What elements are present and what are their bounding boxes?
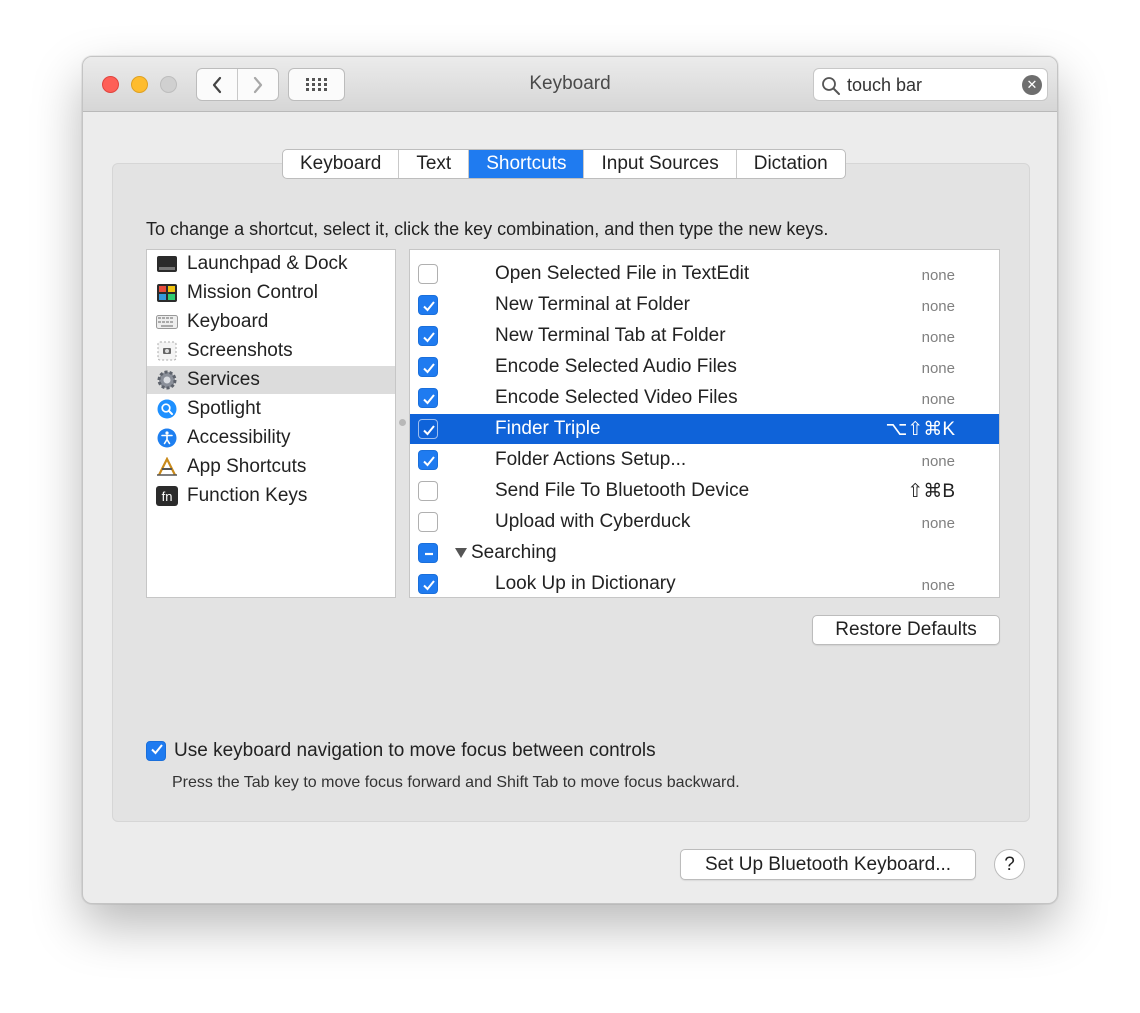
checkbox[interactable] bbox=[418, 512, 438, 532]
launchpad-dock-icon bbox=[156, 253, 178, 275]
checkbox[interactable] bbox=[418, 481, 438, 501]
checkmark-icon bbox=[423, 425, 435, 436]
category-function-keys[interactable]: fn Function Keys bbox=[147, 482, 395, 510]
search-icon bbox=[822, 77, 840, 95]
table-row-selected[interactable]: Finder Triple ⌥⇧⌘K bbox=[410, 414, 999, 444]
table-row[interactable]: Send File To Bluetooth Device ⇧⌘B bbox=[410, 476, 999, 506]
table-row[interactable]: Open Selected File in TextEdit none bbox=[410, 259, 999, 289]
category-services[interactable]: Services bbox=[147, 366, 395, 394]
preferences-window: Keyboard ✕ Keyboard Text Shortcuts Input… bbox=[82, 56, 1058, 904]
shortcut-value[interactable]: none bbox=[922, 391, 955, 408]
table-row[interactable]: Look Up in Dictionary none bbox=[410, 569, 999, 597]
category-list: Launchpad & Dock Mission Control Keyboar… bbox=[146, 249, 396, 598]
tab-keyboard[interactable]: Keyboard bbox=[283, 150, 398, 178]
tab-input-sources[interactable]: Input Sources bbox=[583, 150, 735, 178]
table-row[interactable]: New Terminal Tab at Folder none bbox=[410, 321, 999, 351]
checkmark-icon bbox=[423, 332, 435, 343]
shortcut-value[interactable]: none bbox=[922, 360, 955, 377]
checkmark-icon bbox=[423, 394, 435, 405]
checkbox-mixed[interactable] bbox=[418, 543, 438, 563]
help-button[interactable]: ? bbox=[994, 849, 1025, 880]
dash-icon bbox=[425, 552, 433, 556]
checkmark-icon bbox=[423, 456, 435, 467]
screenshots-icon bbox=[156, 340, 178, 362]
shortcut-value[interactable]: ⌥⇧⌘K bbox=[886, 418, 956, 441]
svg-text:fn: fn bbox=[162, 489, 173, 504]
keyboard-navigation-hint: Press the Tab key to move focus forward … bbox=[172, 774, 740, 791]
shortcut-value[interactable]: none bbox=[922, 515, 955, 532]
table-row[interactable]: Encode Selected Audio Files none bbox=[410, 352, 999, 382]
checkmark-icon bbox=[423, 363, 435, 374]
checkbox[interactable] bbox=[418, 326, 438, 346]
accessibility-icon bbox=[156, 427, 178, 449]
checkbox[interactable] bbox=[418, 388, 438, 408]
shortcut-value[interactable]: none bbox=[922, 329, 955, 346]
category-screenshots[interactable]: Screenshots bbox=[147, 337, 395, 365]
restore-defaults-button[interactable]: Restore Defaults bbox=[812, 615, 1000, 645]
keyboard-navigation-checkbox[interactable] bbox=[146, 741, 166, 761]
category-spotlight[interactable]: Spotlight bbox=[147, 395, 395, 423]
group-row-searching[interactable]: Searching bbox=[410, 538, 999, 568]
checkmark-icon bbox=[423, 580, 435, 591]
category-app-shortcuts[interactable]: App Shortcuts bbox=[147, 453, 395, 481]
instructions-text: To change a shortcut, select it, click t… bbox=[146, 219, 829, 239]
checkbox[interactable] bbox=[418, 419, 438, 439]
shortcut-value[interactable]: none bbox=[922, 267, 955, 284]
checkmark-icon bbox=[151, 744, 163, 755]
keyboard-navigation-label: Use keyboard navigation to move focus be… bbox=[174, 740, 656, 761]
clear-search-icon[interactable]: ✕ bbox=[1022, 75, 1042, 95]
tab-dictation[interactable]: Dictation bbox=[735, 150, 845, 178]
search-input[interactable] bbox=[847, 74, 1007, 96]
checkbox[interactable] bbox=[418, 295, 438, 315]
keyboard-navigation-option[interactable]: Use keyboard navigation to move focus be… bbox=[146, 740, 656, 762]
shortcut-list: Open Selected File in TextEdit none New … bbox=[409, 249, 1000, 598]
tab-bar: Keyboard Text Shortcuts Input Sources Di… bbox=[282, 149, 846, 179]
split-view-divider[interactable] bbox=[399, 419, 406, 426]
tab-text[interactable]: Text bbox=[398, 150, 468, 178]
table-row[interactable]: Encode Selected Video Files none bbox=[410, 383, 999, 413]
checkbox[interactable] bbox=[418, 357, 438, 377]
search-field[interactable]: ✕ bbox=[813, 68, 1048, 101]
table-row[interactable]: Upload with Cyberduck none bbox=[410, 507, 999, 537]
table-row bbox=[410, 249, 999, 250]
checkbox[interactable] bbox=[418, 574, 438, 594]
shortcut-value[interactable]: ⇧⌘B bbox=[907, 480, 955, 503]
table-row[interactable]: Folder Actions Setup... none bbox=[410, 445, 999, 475]
checkbox[interactable] bbox=[418, 264, 438, 284]
shortcut-value[interactable]: none bbox=[922, 298, 955, 315]
category-launchpad-dock[interactable]: Launchpad & Dock bbox=[147, 250, 395, 278]
category-accessibility[interactable]: Accessibility bbox=[147, 424, 395, 452]
shortcut-value[interactable]: none bbox=[922, 453, 955, 470]
tab-shortcuts[interactable]: Shortcuts bbox=[468, 150, 584, 178]
category-keyboard[interactable]: Keyboard bbox=[147, 308, 395, 336]
fn-key-icon: fn bbox=[156, 485, 178, 507]
mission-control-icon bbox=[156, 282, 178, 304]
category-mission-control[interactable]: Mission Control bbox=[147, 279, 395, 307]
checkmark-icon bbox=[423, 301, 435, 312]
checkbox[interactable] bbox=[418, 450, 438, 470]
bluetooth-keyboard-setup-button[interactable]: Set Up Bluetooth Keyboard... bbox=[680, 849, 976, 880]
app-shortcuts-icon bbox=[156, 456, 178, 478]
gear-icon bbox=[156, 369, 178, 391]
shortcut-value[interactable]: none bbox=[922, 577, 955, 594]
title-bar: Keyboard ✕ bbox=[83, 57, 1057, 112]
spotlight-icon bbox=[156, 398, 178, 420]
table-row[interactable]: New Terminal at Folder none bbox=[410, 290, 999, 320]
disclosure-triangle-icon[interactable] bbox=[455, 548, 467, 558]
keyboard-icon bbox=[156, 311, 178, 333]
